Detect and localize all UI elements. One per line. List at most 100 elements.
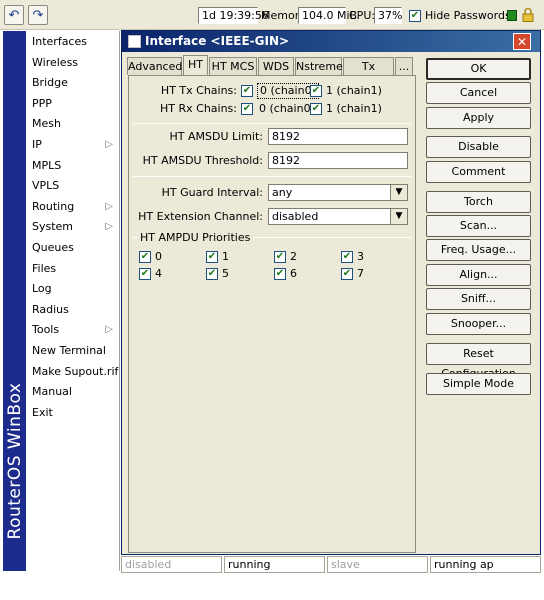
- amsdu-threshold-label: HT AMSDU Threshold:: [142, 154, 263, 167]
- sidebar-item-interfaces[interactable]: Interfaces: [28, 32, 120, 53]
- sidebar-item-vpls[interactable]: VPLS: [28, 176, 120, 197]
- simple-mode-button[interactable]: Simple Mode: [426, 373, 531, 395]
- sidebar-item-label: Log: [32, 282, 52, 296]
- cpu-value: 37%: [374, 7, 402, 24]
- extension-channel-label: HT Extension Channel:: [138, 210, 263, 223]
- sidebar-item-tools[interactable]: Tools ▷: [28, 320, 120, 341]
- cpu-label: CPU:: [349, 9, 376, 22]
- ht-tab-panel: HT Tx Chains: ✔ 0 (chain0) ✔ 1 (chain1) …: [128, 75, 416, 553]
- status-bar: disabled running slave running ap: [121, 556, 541, 573]
- tx-chain1-checkbox[interactable]: ✔: [310, 85, 322, 97]
- submenu-arrow-icon: ▷: [105, 221, 113, 233]
- scan-button[interactable]: Scan...: [426, 215, 531, 237]
- ampdu-priority-0-checkbox[interactable]: ✔: [139, 251, 151, 263]
- snooper-button[interactable]: Snooper...: [426, 313, 531, 335]
- connection-status-icon: [507, 10, 517, 21]
- tab-nstreme[interactable]: Nstreme: [295, 57, 343, 75]
- tab-advanced[interactable]: Advanced: [127, 57, 182, 75]
- guard-interval-select[interactable]: any ▼: [268, 184, 408, 201]
- top-toolbar: ↶ ↷ 1d 19:39:56 Memory: 104.0 MiB CPU: 3…: [0, 0, 544, 30]
- tab-wds[interactable]: WDS: [258, 57, 294, 75]
- tx-chain1-label: 1 (chain1): [326, 84, 382, 97]
- ampdu-priority-7-checkbox[interactable]: ✔: [341, 268, 353, 280]
- freq-usage-button[interactable]: Freq. Usage...: [426, 239, 531, 261]
- sidebar-item-new-terminal[interactable]: New Terminal: [28, 341, 120, 362]
- sidebar-item-bridge[interactable]: Bridge: [28, 73, 120, 94]
- sidebar-item-mpls[interactable]: MPLS: [28, 156, 120, 177]
- hide-passwords-label: Hide Passwords: [425, 9, 511, 22]
- memory-value: 104.0 MiB: [298, 7, 357, 24]
- comment-button[interactable]: Comment: [426, 161, 531, 183]
- lock-icon: [522, 7, 534, 22]
- sidebar-item-radius[interactable]: Radius: [28, 300, 120, 321]
- align-button[interactable]: Align...: [426, 264, 531, 286]
- dropdown-arrow-icon[interactable]: ▼: [390, 209, 407, 224]
- reset-configuration-button[interactable]: Reset Configuration: [426, 343, 531, 380]
- ampdu-priority-6-label: 6: [290, 267, 297, 280]
- sidebar-item-label: Routing: [32, 199, 75, 213]
- status-running: running: [224, 556, 325, 573]
- disable-button[interactable]: Disable: [426, 136, 531, 158]
- guard-interval-label: HT Guard Interval:: [161, 186, 263, 199]
- ampdu-priority-2-checkbox[interactable]: ✔: [274, 251, 286, 263]
- sidebar-item-routing[interactable]: Routing ▷: [28, 197, 120, 218]
- sidebar-item-label: VPLS: [32, 179, 60, 193]
- sidebar-item-system[interactable]: System ▷: [28, 217, 120, 238]
- amsdu-threshold-input[interactable]: 8192: [268, 152, 408, 169]
- sniff-button[interactable]: Sniff...: [426, 288, 531, 310]
- cancel-button[interactable]: Cancel: [426, 82, 531, 104]
- dialog-title: Interface <IEEE-GIN>: [145, 34, 290, 48]
- extension-channel-select[interactable]: disabled ▼: [268, 208, 408, 225]
- ampdu-priority-4-label: 4: [155, 267, 162, 280]
- ampdu-priority-7-label: 7: [357, 267, 364, 280]
- sidebar-item-label: Interfaces: [32, 35, 87, 48]
- ampdu-priority-1-checkbox[interactable]: ✔: [206, 251, 218, 263]
- close-button[interactable]: ✕: [513, 33, 531, 50]
- tx-chain0-checkbox[interactable]: ✔: [241, 85, 253, 97]
- tab-more[interactable]: ...: [395, 57, 413, 75]
- ampdu-priority-5-checkbox[interactable]: ✔: [206, 268, 218, 280]
- rx-chain1-checkbox[interactable]: ✔: [310, 103, 322, 115]
- sidebar-item-exit[interactable]: Exit: [28, 403, 120, 424]
- sidebar-item-wireless[interactable]: Wireless: [28, 53, 120, 74]
- amsdu-limit-label: HT AMSDU Limit:: [169, 130, 263, 143]
- sidebar-item-ip[interactable]: IP ▷: [28, 135, 120, 156]
- ampdu-priority-3-checkbox[interactable]: ✔: [341, 251, 353, 263]
- sidebar-item-ppp[interactable]: PPP: [28, 94, 120, 115]
- submenu-arrow-icon: ▷: [105, 139, 113, 150]
- interface-dialog: Interface <IEEE-GIN> ✕ Advanced HT HT MCS W…: [121, 30, 541, 555]
- brand-text: RouterOS WinBox: [4, 382, 25, 540]
- status-slave: slave: [327, 556, 428, 573]
- rx-chain0-checkbox[interactable]: ✔: [241, 103, 253, 115]
- dropdown-arrow-icon[interactable]: ▼: [390, 185, 407, 200]
- tab-ht-mcs[interactable]: HT MCS: [209, 57, 257, 75]
- undo-icon[interactable]: ↶: [4, 5, 24, 25]
- ampdu-priority-4-checkbox[interactable]: ✔: [139, 268, 151, 280]
- sidebar-item-manual[interactable]: Manual: [28, 382, 120, 403]
- tab-tx-power[interactable]: Tx Power: [343, 57, 394, 90]
- dialog-titlebar[interactable]: Interface <IEEE-GIN> ✕: [122, 31, 540, 52]
- sidebar-item-label: Make Supout.rif: [32, 364, 119, 378]
- ampdu-priority-6-checkbox[interactable]: ✔: [274, 268, 286, 280]
- sidebar-item-log[interactable]: Log: [28, 279, 120, 300]
- sidebar-item-label: Queues: [32, 241, 74, 254]
- apply-button[interactable]: Apply: [426, 107, 531, 129]
- redo-icon[interactable]: ↷: [28, 5, 48, 25]
- sidebar-item-label: System: [32, 220, 74, 234]
- sidebar-item-queues[interactable]: Queues: [28, 238, 120, 259]
- amsdu-limit-input[interactable]: 8192: [268, 128, 408, 145]
- guard-interval-value: any: [272, 186, 293, 199]
- torch-button[interactable]: Torch: [426, 191, 531, 213]
- sidebar-item-mesh[interactable]: Mesh: [28, 114, 120, 135]
- ampdu-priority-3-label: 3: [357, 250, 364, 263]
- status-mode: running ap: [430, 556, 541, 573]
- sidebar-item-make-supout-rif[interactable]: Make Supout.rif: [28, 362, 120, 383]
- ht-rx-chains-label: HT Rx Chains:: [160, 102, 237, 115]
- sidebar-item-label: Tools: [32, 323, 60, 337]
- sidebar-item-label: Manual: [32, 385, 72, 399]
- hide-passwords-checkbox[interactable]: ✔: [409, 10, 421, 22]
- ok-button[interactable]: OK: [426, 58, 531, 80]
- tab-ht[interactable]: HT: [183, 55, 208, 76]
- sidebar-item-label: Files: [32, 261, 57, 275]
- sidebar-item-files[interactable]: Files: [28, 259, 120, 280]
